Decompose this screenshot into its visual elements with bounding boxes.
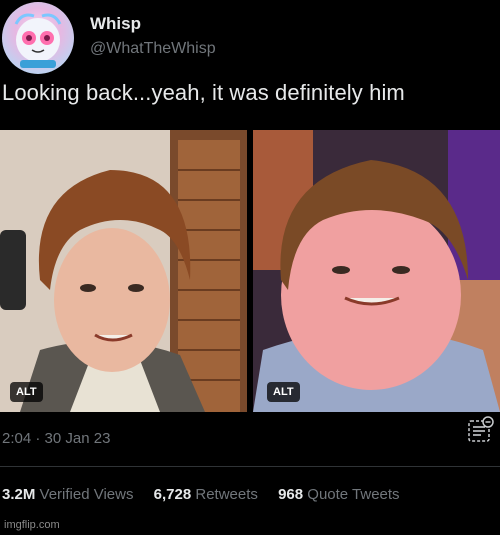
author-avatar[interactable]: [2, 2, 74, 74]
author-handle[interactable]: @WhatTheWhisp: [90, 40, 216, 58]
alt-badge-before[interactable]: ALT: [10, 382, 43, 402]
retweets-label: Retweets: [195, 486, 258, 503]
views-stat[interactable]: 3.2M Verified Views: [2, 486, 133, 503]
tweet-timestamp[interactable]: 2:04 · 30 Jan 23: [2, 430, 110, 447]
alt-badge-after[interactable]: ALT: [267, 382, 300, 402]
before-photo[interactable]: ALT: [0, 130, 247, 412]
tweet-header: Whisp @WhatTheWhisp: [0, 0, 500, 80]
quotes-label: Quote Tweets: [307, 486, 400, 503]
stats-divider: [0, 466, 500, 467]
author-name[interactable]: Whisp: [90, 14, 141, 34]
quotes-stat[interactable]: 968 Quote Tweets: [278, 486, 399, 503]
quotes-count: 968: [278, 486, 304, 503]
retweets-count: 6,728: [153, 486, 192, 503]
views-count: 3.2M: [2, 486, 36, 503]
after-photo[interactable]: ALT: [253, 130, 500, 412]
tweet-text: Looking back...yeah, it was definitely h…: [2, 80, 405, 105]
tweet-media: ALT ALT: [0, 130, 500, 412]
views-label: Verified Views: [39, 486, 134, 503]
analytics-icon[interactable]: [466, 416, 494, 444]
retweets-stat[interactable]: 6,728 Retweets: [154, 486, 258, 503]
imgflip-watermark: imgflip.com: [4, 519, 60, 531]
tweet-stats: 3.2M Verified Views 6,728 Retweets 968 Q…: [2, 486, 416, 503]
